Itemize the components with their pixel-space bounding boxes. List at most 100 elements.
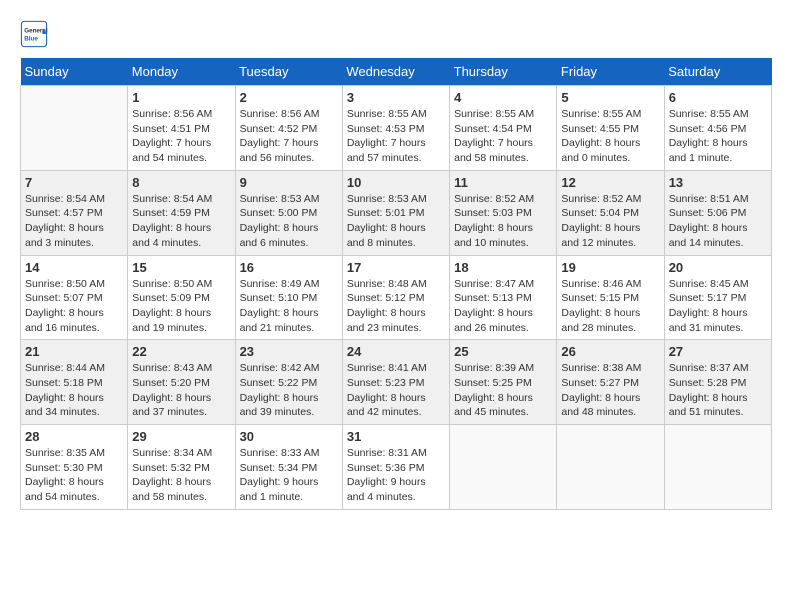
day-number: 2 bbox=[240, 90, 338, 105]
day-info: Sunrise: 8:53 AMSunset: 5:01 PMDaylight:… bbox=[347, 192, 445, 251]
svg-text:Blue: Blue bbox=[24, 35, 38, 42]
day-number: 24 bbox=[347, 344, 445, 359]
calendar-cell: 23 Sunrise: 8:42 AMSunset: 5:22 PMDayligh… bbox=[235, 340, 342, 425]
calendar-cell: 29 Sunrise: 8:34 AMSunset: 5:32 PMDayligh… bbox=[128, 425, 235, 510]
calendar-cell: 31 Sunrise: 8:31 AMSunset: 5:36 PMDayligh… bbox=[342, 425, 449, 510]
day-number: 19 bbox=[561, 260, 659, 275]
day-number: 13 bbox=[669, 175, 767, 190]
day-number: 12 bbox=[561, 175, 659, 190]
day-info: Sunrise: 8:34 AMSunset: 5:32 PMDaylight:… bbox=[132, 446, 230, 505]
day-number: 27 bbox=[669, 344, 767, 359]
day-info: Sunrise: 8:43 AMSunset: 5:20 PMDaylight:… bbox=[132, 361, 230, 420]
day-info: Sunrise: 8:47 AMSunset: 5:13 PMDaylight:… bbox=[454, 277, 552, 336]
day-info: Sunrise: 8:50 AMSunset: 5:07 PMDaylight:… bbox=[25, 277, 123, 336]
calendar-week-row: 28 Sunrise: 8:35 AMSunset: 5:30 PMDayligh… bbox=[21, 425, 772, 510]
col-header-tuesday: Tuesday bbox=[235, 58, 342, 86]
calendar-cell: 14 Sunrise: 8:50 AMSunset: 5:07 PMDayligh… bbox=[21, 255, 128, 340]
day-info: Sunrise: 8:55 AMSunset: 4:53 PMDaylight:… bbox=[347, 107, 445, 166]
day-number: 1 bbox=[132, 90, 230, 105]
calendar-cell bbox=[450, 425, 557, 510]
calendar-cell: 27 Sunrise: 8:37 AMSunset: 5:28 PMDayligh… bbox=[664, 340, 771, 425]
calendar-week-row: 14 Sunrise: 8:50 AMSunset: 5:07 PMDayligh… bbox=[21, 255, 772, 340]
col-header-sunday: Sunday bbox=[21, 58, 128, 86]
calendar-cell: 8Sunrise: 8:54 AMSunset: 4:59 PMDaylight… bbox=[128, 170, 235, 255]
day-info: Sunrise: 8:44 AMSunset: 5:18 PMDaylight:… bbox=[25, 361, 123, 420]
calendar-cell bbox=[557, 425, 664, 510]
calendar-header-row: SundayMondayTuesdayWednesdayThursdayFrid… bbox=[21, 58, 772, 86]
calendar-cell: 21 Sunrise: 8:44 AMSunset: 5:18 PMDayligh… bbox=[21, 340, 128, 425]
day-number: 20 bbox=[669, 260, 767, 275]
day-number: 26 bbox=[561, 344, 659, 359]
calendar-cell: 1Sunrise: 8:56 AMSunset: 4:51 PMDaylight… bbox=[128, 86, 235, 171]
col-header-wednesday: Wednesday bbox=[342, 58, 449, 86]
calendar-cell: 15Sunrise: 8:50 AMSunset: 5:09 PMDayligh… bbox=[128, 255, 235, 340]
day-number: 18 bbox=[454, 260, 552, 275]
day-number: 22 bbox=[132, 344, 230, 359]
day-number: 31 bbox=[347, 429, 445, 444]
day-info: Sunrise: 8:38 AMSunset: 5:27 PMDaylight:… bbox=[561, 361, 659, 420]
calendar-table: SundayMondayTuesdayWednesdayThursdayFrid… bbox=[20, 58, 772, 510]
day-info: Sunrise: 8:52 AMSunset: 5:03 PMDaylight:… bbox=[454, 192, 552, 251]
day-number: 30 bbox=[240, 429, 338, 444]
day-number: 9 bbox=[240, 175, 338, 190]
logo-icon: General Blue bbox=[20, 20, 48, 48]
day-number: 23 bbox=[240, 344, 338, 359]
day-info: Sunrise: 8:54 AMSunset: 4:59 PMDaylight:… bbox=[132, 192, 230, 251]
calendar-cell: 16Sunrise: 8:49 AMSunset: 5:10 PMDayligh… bbox=[235, 255, 342, 340]
calendar-cell: 7Sunrise: 8:54 AMSunset: 4:57 PMDaylight… bbox=[21, 170, 128, 255]
day-number: 29 bbox=[132, 429, 230, 444]
calendar-cell: 10 Sunrise: 8:53 AMSunset: 5:01 PMDayligh… bbox=[342, 170, 449, 255]
day-number: 16 bbox=[240, 260, 338, 275]
calendar-cell: 17Sunrise: 8:48 AMSunset: 5:12 PMDayligh… bbox=[342, 255, 449, 340]
col-header-monday: Monday bbox=[128, 58, 235, 86]
day-info: Sunrise: 8:55 AMSunset: 4:54 PMDaylight:… bbox=[454, 107, 552, 166]
day-info: Sunrise: 8:35 AMSunset: 5:30 PMDaylight:… bbox=[25, 446, 123, 505]
day-number: 17 bbox=[347, 260, 445, 275]
day-info: Sunrise: 8:37 AMSunset: 5:28 PMDaylight:… bbox=[669, 361, 767, 420]
day-number: 25 bbox=[454, 344, 552, 359]
day-number: 14 bbox=[25, 260, 123, 275]
col-header-saturday: Saturday bbox=[664, 58, 771, 86]
calendar-cell: 5 Sunrise: 8:55 AMSunset: 4:55 PMDaylight… bbox=[557, 86, 664, 171]
calendar-cell: 25 Sunrise: 8:39 AMSunset: 5:25 PMDayligh… bbox=[450, 340, 557, 425]
calendar-cell: 6 Sunrise: 8:55 AMSunset: 4:56 PMDaylight… bbox=[664, 86, 771, 171]
calendar-cell: 28 Sunrise: 8:35 AMSunset: 5:30 PMDayligh… bbox=[21, 425, 128, 510]
day-number: 10 bbox=[347, 175, 445, 190]
day-number: 21 bbox=[25, 344, 123, 359]
calendar-cell: 26 Sunrise: 8:38 AMSunset: 5:27 PMDayligh… bbox=[557, 340, 664, 425]
day-info: Sunrise: 8:55 AMSunset: 4:55 PMDaylight:… bbox=[561, 107, 659, 166]
day-info: Sunrise: 8:53 AMSunset: 5:00 PMDaylight:… bbox=[240, 192, 338, 251]
calendar-cell bbox=[664, 425, 771, 510]
day-info: Sunrise: 8:33 AMSunset: 5:34 PMDaylight:… bbox=[240, 446, 338, 505]
calendar-cell: 3 Sunrise: 8:55 AMSunset: 4:53 PMDaylight… bbox=[342, 86, 449, 171]
calendar-cell: 18 Sunrise: 8:47 AMSunset: 5:13 PMDayligh… bbox=[450, 255, 557, 340]
calendar-cell: 11 Sunrise: 8:52 AMSunset: 5:03 PMDayligh… bbox=[450, 170, 557, 255]
calendar-cell: 22 Sunrise: 8:43 AMSunset: 5:20 PMDayligh… bbox=[128, 340, 235, 425]
day-info: Sunrise: 8:52 AMSunset: 5:04 PMDaylight:… bbox=[561, 192, 659, 251]
col-header-thursday: Thursday bbox=[450, 58, 557, 86]
day-number: 4 bbox=[454, 90, 552, 105]
col-header-friday: Friday bbox=[557, 58, 664, 86]
day-info: Sunrise: 8:39 AMSunset: 5:25 PMDaylight:… bbox=[454, 361, 552, 420]
day-info: Sunrise: 8:42 AMSunset: 5:22 PMDaylight:… bbox=[240, 361, 338, 420]
logo: General Blue bbox=[20, 20, 52, 48]
day-info: Sunrise: 8:55 AMSunset: 4:56 PMDaylight:… bbox=[669, 107, 767, 166]
calendar-cell: 19Sunrise: 8:46 AMSunset: 5:15 PMDayligh… bbox=[557, 255, 664, 340]
calendar-cell: 30 Sunrise: 8:33 AMSunset: 5:34 PMDayligh… bbox=[235, 425, 342, 510]
day-info: Sunrise: 8:45 AMSunset: 5:17 PMDaylight:… bbox=[669, 277, 767, 336]
day-info: Sunrise: 8:31 AMSunset: 5:36 PMDaylight:… bbox=[347, 446, 445, 505]
calendar-cell: 12 Sunrise: 8:52 AMSunset: 5:04 PMDayligh… bbox=[557, 170, 664, 255]
day-number: 28 bbox=[25, 429, 123, 444]
day-info: Sunrise: 8:51 AMSunset: 5:06 PMDaylight:… bbox=[669, 192, 767, 251]
calendar-cell: 2 Sunrise: 8:56 AMSunset: 4:52 PMDaylight… bbox=[235, 86, 342, 171]
calendar-cell: 9 Sunrise: 8:53 AMSunset: 5:00 PMDaylight… bbox=[235, 170, 342, 255]
day-number: 7 bbox=[25, 175, 123, 190]
day-number: 5 bbox=[561, 90, 659, 105]
header: General Blue bbox=[20, 20, 772, 48]
day-number: 11 bbox=[454, 175, 552, 190]
day-number: 6 bbox=[669, 90, 767, 105]
day-info: Sunrise: 8:56 AMSunset: 4:52 PMDaylight:… bbox=[240, 107, 338, 166]
calendar-cell: 20 Sunrise: 8:45 AMSunset: 5:17 PMDayligh… bbox=[664, 255, 771, 340]
day-info: Sunrise: 8:50 AMSunset: 5:09 PMDaylight:… bbox=[132, 277, 230, 336]
day-number: 3 bbox=[347, 90, 445, 105]
